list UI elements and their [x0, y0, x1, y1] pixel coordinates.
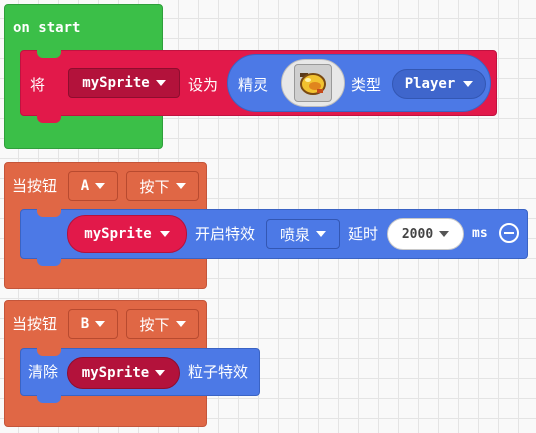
effect-dropdown[interactable]: 喷泉	[266, 219, 340, 249]
button-a-dropdown[interactable]: A	[68, 171, 118, 201]
minus-circle-icon[interactable]	[499, 223, 519, 243]
block-notch	[37, 50, 61, 58]
kind-label: 类型	[351, 76, 382, 94]
block-tab	[37, 258, 61, 266]
chevron-down-icon	[316, 231, 326, 237]
button-a-event-label: 当按钮	[12, 177, 58, 195]
block-tab	[37, 395, 61, 403]
delay-label: 延时	[348, 225, 379, 243]
sprite-variable-dropdown[interactable]: mySprite	[68, 68, 180, 98]
delay-unit: ms	[472, 226, 488, 241]
chevron-down-icon	[463, 81, 474, 87]
sprite-variable-value: mySprite	[81, 365, 150, 381]
block-notch	[37, 348, 61, 356]
sprite-variable-value: mySprite	[82, 75, 150, 91]
particles-label: 粒子特效	[188, 363, 249, 381]
chevron-down-icon	[439, 231, 450, 237]
button-a-action-value: 按下	[139, 177, 170, 196]
button-b-event-label: 当按钮	[12, 315, 58, 333]
block-tab	[37, 115, 61, 123]
button-b-action-value: 按下	[139, 315, 170, 334]
sprite-variable-value: mySprite	[84, 226, 152, 242]
sprite-variable-dropdown[interactable]: mySprite	[67, 215, 187, 253]
kind-dropdown[interactable]: Player	[392, 69, 486, 99]
chevron-down-icon	[175, 321, 186, 327]
effect-label: 开启特效	[195, 225, 256, 243]
sprite-image-picker[interactable]	[281, 59, 345, 107]
set-prefix-label: 将	[30, 76, 46, 94]
button-b-dropdown[interactable]: B	[68, 309, 118, 339]
sprite-label: 精灵	[238, 76, 269, 94]
sprite-thumbnail-frame	[294, 64, 332, 102]
sprite-variable-dropdown[interactable]: mySprite	[67, 357, 180, 389]
chevron-down-icon	[95, 321, 106, 327]
chevron-down-icon	[175, 183, 186, 189]
delay-value: 2000	[401, 226, 434, 242]
set-suffix-label: 设为	[188, 76, 219, 94]
kind-value: Player	[404, 76, 456, 92]
on-start-label: on start	[13, 20, 81, 36]
button-a-value: A	[80, 178, 90, 194]
chevron-down-icon	[95, 183, 106, 189]
button-a-action-dropdown[interactable]: 按下	[126, 171, 199, 201]
button-b-action-dropdown[interactable]: 按下	[126, 309, 199, 339]
chevron-down-icon	[159, 231, 170, 237]
minus-bar	[504, 232, 514, 234]
chevron-down-icon	[155, 370, 166, 376]
effect-value: 喷泉	[279, 225, 310, 244]
delay-input[interactable]: 2000	[387, 218, 464, 250]
chevron-down-icon	[155, 80, 166, 86]
button-b-value: B	[80, 316, 90, 332]
lemon-sprite-icon	[300, 73, 326, 95]
clear-label: 清除	[28, 363, 59, 381]
block-notch	[37, 209, 61, 217]
